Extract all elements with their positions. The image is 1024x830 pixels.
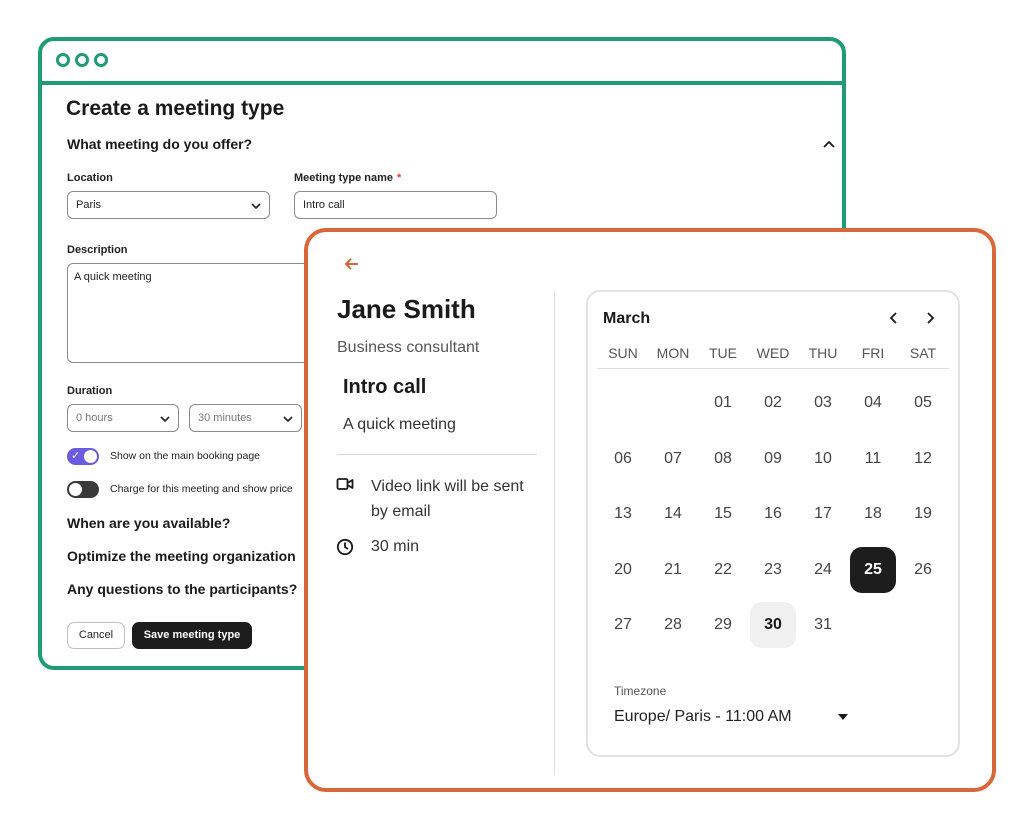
chevron-left-icon[interactable] xyxy=(887,311,901,325)
page-title: Create a meeting type xyxy=(66,97,285,120)
calendar-day[interactable]: 07 xyxy=(650,436,696,482)
duration-label: Duration xyxy=(67,385,113,397)
weekday-label: WED xyxy=(756,345,790,361)
section-availability-header[interactable]: When are you available? xyxy=(67,515,230,531)
calendar-month: March xyxy=(603,310,651,327)
window-titlebar xyxy=(42,41,842,85)
calendar-day[interactable]: 27 xyxy=(600,602,646,648)
chevron-down-icon xyxy=(251,203,261,210)
save-meeting-type-button[interactable]: Save meeting type xyxy=(132,622,252,649)
calendar-day[interactable]: 23 xyxy=(750,547,796,593)
calendar-day[interactable]: 13 xyxy=(600,491,646,537)
check-icon: ✓ xyxy=(71,450,81,462)
required-mark: * xyxy=(397,172,402,184)
weekday-label: TUE xyxy=(709,345,737,361)
duration-hours-select[interactable]: 0 hours xyxy=(67,404,179,432)
clock-icon xyxy=(336,538,354,556)
cancel-button[interactable]: Cancel xyxy=(67,622,125,649)
weekday-label: SAT xyxy=(909,345,937,361)
meeting-name-label: Meeting type name * xyxy=(294,172,401,184)
calendar-day[interactable]: 05 xyxy=(900,380,946,426)
calendar-day[interactable]: 10 xyxy=(800,436,846,482)
section-optimize-header[interactable]: Optimize the meeting organization xyxy=(67,548,296,564)
video-link-info: Video link will be sent by email xyxy=(371,478,524,520)
calendar-day[interactable]: 11 xyxy=(850,436,896,482)
toggle-knob xyxy=(84,450,97,463)
calendar-day[interactable]: 16 xyxy=(750,491,796,537)
timezone-select[interactable]: Europe/ Paris - 11:00 AM xyxy=(614,708,792,726)
chevron-down-icon xyxy=(283,416,293,423)
section-questions-header[interactable]: Any questions to the participants? xyxy=(67,581,297,597)
calendar-day[interactable]: 21 xyxy=(650,547,696,593)
window-dot-icon xyxy=(94,53,108,67)
calendar-day[interactable]: 04 xyxy=(850,380,896,426)
booking-page-toggle-label: Show on the main booking page xyxy=(110,450,261,462)
weekday-label: SUN xyxy=(608,345,638,361)
calendar-day[interactable]: 03 xyxy=(800,380,846,426)
calendar-day[interactable]: 06 xyxy=(600,436,646,482)
location-select[interactable]: Paris xyxy=(67,191,270,219)
weekday-label: FRI xyxy=(861,345,885,361)
calendar-day[interactable]: 29 xyxy=(700,602,746,648)
caret-down-icon[interactable] xyxy=(838,714,848,722)
meeting-duration: 30 min xyxy=(371,538,420,555)
charge-price-toggle[interactable] xyxy=(67,481,99,498)
calendar-day[interactable]: 24 xyxy=(800,547,846,593)
calendar-day[interactable]: 17 xyxy=(800,491,846,537)
calendar-day[interactable]: 08 xyxy=(700,436,746,482)
calendar-day[interactable]: 31 xyxy=(800,602,846,648)
window-dot-icon xyxy=(56,53,70,67)
toggle-knob xyxy=(69,483,82,496)
location-label: Location xyxy=(67,172,113,184)
chevron-right-icon[interactable] xyxy=(923,311,937,325)
timezone-label: Timezone xyxy=(614,684,667,698)
duration-hours-value: 0 hours xyxy=(76,412,113,424)
calendar-day[interactable]: 26 xyxy=(900,547,946,593)
divider xyxy=(337,454,537,455)
arrow-left-icon[interactable] xyxy=(343,256,361,272)
weekday-label: MON xyxy=(656,345,690,361)
description-value: A quick meeting xyxy=(74,271,152,283)
booking-window: Jane Smith Business consultant Intro cal… xyxy=(304,228,996,792)
meeting-title: Intro call xyxy=(343,376,427,398)
calendar: March SUN MON TUE WED THU FRI SAT 01 02 03 04 05 06… xyxy=(586,290,960,757)
meeting-name-input[interactable]: Intro call xyxy=(294,191,497,219)
calendar-day[interactable]: 14 xyxy=(650,491,696,537)
weekday-label: THU xyxy=(808,345,838,361)
calendar-day[interactable]: 22 xyxy=(700,547,746,593)
chevron-down-icon xyxy=(160,416,170,423)
calendar-day[interactable]: 12 xyxy=(900,436,946,482)
window-dot-icon xyxy=(75,53,89,67)
calendar-day[interactable]: 02 xyxy=(750,380,796,426)
calendar-day[interactable]: 18 xyxy=(850,491,896,537)
calendar-day[interactable]: 19 xyxy=(900,491,946,537)
host-role: Business consultant xyxy=(337,339,480,356)
calendar-divider xyxy=(597,368,949,369)
meeting-description: A quick meeting xyxy=(343,416,456,433)
host-name: Jane Smith xyxy=(337,294,476,324)
description-label: Description xyxy=(67,244,128,256)
booking-page-toggle[interactable]: ✓ xyxy=(67,448,99,465)
calendar-day[interactable]: 15 xyxy=(700,491,746,537)
calendar-day-selected[interactable]: 25 xyxy=(850,547,896,593)
calendar-day[interactable]: 20 xyxy=(600,547,646,593)
section-offer-header[interactable]: What meeting do you offer? xyxy=(67,136,252,152)
duration-minutes-value: 30 minutes xyxy=(198,412,252,424)
video-camera-icon xyxy=(336,478,354,490)
calendar-day[interactable]: 30 xyxy=(750,602,796,648)
calendar-day[interactable]: 28 xyxy=(650,602,696,648)
meeting-name-value: Intro call xyxy=(303,199,345,211)
location-value: Paris xyxy=(76,199,102,211)
duration-minutes-select[interactable]: 30 minutes xyxy=(189,404,302,432)
vertical-divider xyxy=(554,290,555,775)
charge-price-toggle-label: Charge for this meeting and show price xyxy=(110,483,293,495)
calendar-day[interactable]: 01 xyxy=(700,380,746,426)
calendar-day[interactable]: 09 xyxy=(750,436,796,482)
chevron-up-icon[interactable] xyxy=(822,137,836,151)
meeting-name-label-text: Meeting type name xyxy=(294,172,394,184)
